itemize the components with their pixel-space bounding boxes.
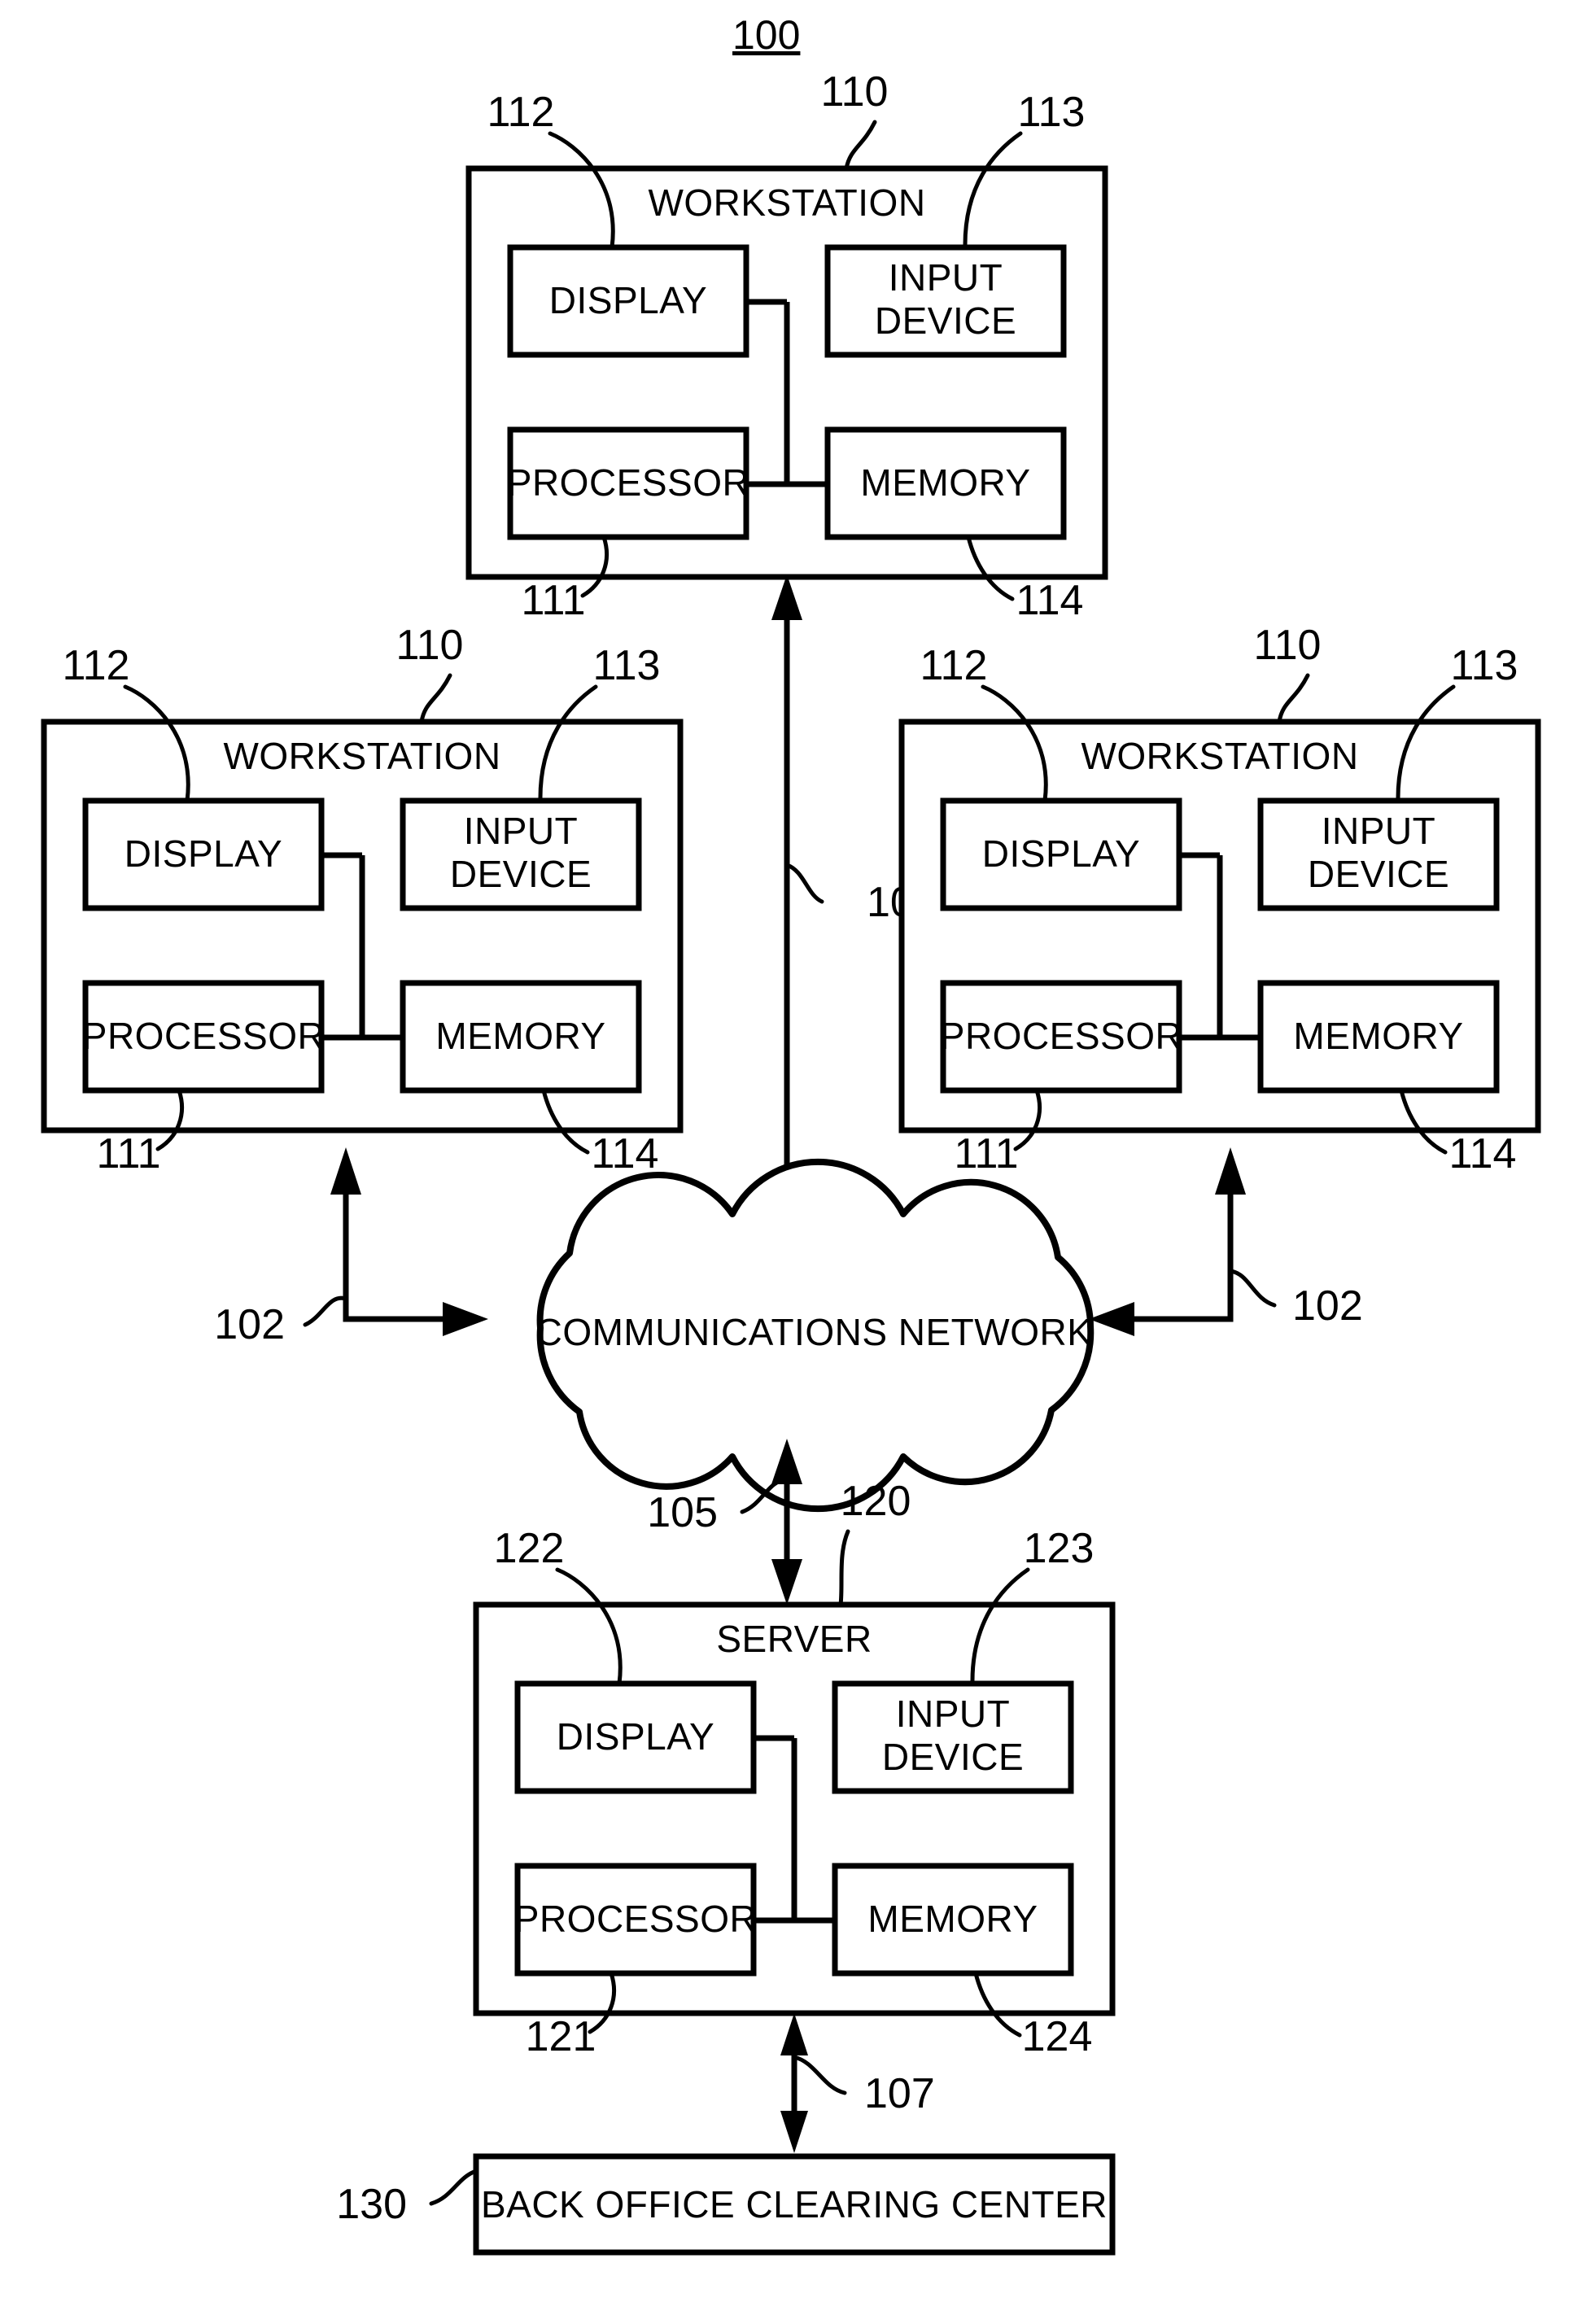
ref-120: 120 bbox=[841, 1478, 911, 1525]
server-input-label-1: INPUT bbox=[896, 1693, 1011, 1735]
server-processor-label: PROCESSOR bbox=[514, 1898, 757, 1940]
workstation-top-input-label-1: INPUT bbox=[889, 256, 1003, 299]
link-right-line bbox=[1123, 1174, 1234, 1322]
leader-130 bbox=[429, 2169, 478, 2206]
workstation-right-memory-label: MEMORY bbox=[1293, 1015, 1463, 1057]
server-display-label: DISPLAY bbox=[557, 1715, 714, 1758]
ref-107: 107 bbox=[864, 2070, 935, 2117]
link-left-arrowhead-up bbox=[330, 1147, 361, 1195]
ref-111-right: 111 bbox=[954, 1130, 1018, 1177]
server-title: SERVER bbox=[716, 1618, 872, 1660]
workstation-left-processor-label: PROCESSOR bbox=[82, 1015, 325, 1057]
ref-123: 123 bbox=[1024, 1525, 1095, 1572]
leader-top-110 bbox=[844, 120, 877, 171]
ref-102-left: 102 bbox=[214, 1301, 285, 1348]
link-backoffice-arrowhead-up bbox=[780, 2013, 808, 2055]
link-right-to-network: 102 bbox=[1089, 1147, 1363, 1336]
ref-110-right: 110 bbox=[1254, 622, 1322, 669]
workstation-right-input-label-1: INPUT bbox=[1322, 810, 1436, 852]
leader-right-110 bbox=[1277, 673, 1310, 724]
link-left-line bbox=[343, 1174, 456, 1322]
leader-left-110 bbox=[419, 673, 452, 724]
workstation-top-display-label: DISPLAY bbox=[549, 279, 707, 321]
ref-113-right: 113 bbox=[1451, 642, 1518, 689]
ref-111-top: 111 bbox=[521, 577, 585, 624]
workstation-top: WORKSTATION DISPLAY INPUT DEVICE PROCESS… bbox=[465, 68, 1108, 624]
figure-canvas: 100 WORKSTATION DISPLAY INPUT DEVICE PRO… bbox=[41, 12, 1541, 2256]
communications-network-cloud: COMMUNICATIONS NETWORK bbox=[535, 1158, 1095, 1513]
leader-102-right bbox=[1228, 1269, 1277, 1308]
back-office-label: BACK OFFICE CLEARING CENTER bbox=[481, 2183, 1108, 2226]
workstation-left-display-label: DISPLAY bbox=[125, 832, 282, 875]
ref-110-left: 110 bbox=[396, 622, 464, 669]
workstation-right: WORKSTATION DISPLAY INPUT DEVICE PROCESS… bbox=[898, 622, 1541, 1177]
workstation-right-title: WORKSTATION bbox=[1081, 735, 1358, 777]
server-memory-label: MEMORY bbox=[867, 1898, 1038, 1940]
ref-105: 105 bbox=[647, 1489, 718, 1536]
workstation-top-title: WORKSTATION bbox=[648, 181, 925, 224]
workstation-top-processor-label: PROCESSOR bbox=[507, 461, 749, 504]
patent-figure-page: 100 WORKSTATION DISPLAY INPUT DEVICE PRO… bbox=[0, 0, 1573, 2324]
figure-number: 100 bbox=[732, 12, 800, 58]
workstation-top-input-label-2: DEVICE bbox=[875, 299, 1016, 342]
ref-114-top: 114 bbox=[1016, 577, 1084, 624]
ref-122: 122 bbox=[494, 1525, 565, 1572]
leader-107 bbox=[792, 2055, 847, 2095]
ref-111-left: 111 bbox=[96, 1130, 160, 1177]
workstation-left-input-label-2: DEVICE bbox=[450, 853, 592, 895]
ref-113-top: 113 bbox=[1018, 89, 1086, 136]
workstation-left-input-label-1: INPUT bbox=[464, 810, 579, 852]
server-input-label-2: DEVICE bbox=[882, 1736, 1024, 1778]
leader-120 bbox=[838, 1529, 850, 1607]
ref-114-left: 114 bbox=[592, 1130, 659, 1177]
ref-112-right: 112 bbox=[920, 642, 988, 689]
workstation-left: WORKSTATION DISPLAY INPUT DEVICE PROCESS… bbox=[41, 622, 684, 1177]
link-server-arrowhead-down bbox=[771, 1559, 802, 1605]
workstation-right-display-label: DISPLAY bbox=[982, 832, 1140, 875]
link-server-to-back-office: 107 bbox=[780, 2013, 935, 2153]
leader-102-left bbox=[303, 1295, 348, 1327]
link-right-arrowhead-left bbox=[1089, 1302, 1134, 1336]
link-left-to-network: 102 bbox=[214, 1147, 488, 1348]
back-office-clearing-center: BACK OFFICE CLEARING CENTER 130 bbox=[336, 2153, 1116, 2256]
ref-102-right: 102 bbox=[1292, 1282, 1363, 1330]
leader-102-top bbox=[784, 863, 824, 904]
ref-112-left: 112 bbox=[63, 642, 130, 689]
workstation-left-title: WORKSTATION bbox=[223, 735, 500, 777]
ref-113-left: 113 bbox=[593, 642, 661, 689]
link-top-arrowhead-up bbox=[771, 574, 802, 620]
network-label: COMMUNICATIONS NETWORK bbox=[535, 1311, 1093, 1353]
workstation-right-processor-label: PROCESSOR bbox=[940, 1015, 1182, 1057]
ref-121: 121 bbox=[526, 2013, 596, 2060]
ref-110-top: 110 bbox=[821, 68, 889, 116]
link-right-arrowhead-up bbox=[1215, 1147, 1246, 1195]
ref-112-top: 112 bbox=[487, 89, 555, 136]
workstation-top-memory-label: MEMORY bbox=[860, 461, 1030, 504]
ref-124: 124 bbox=[1022, 2013, 1093, 2060]
ref-114-right: 114 bbox=[1449, 1130, 1517, 1177]
ref-130: 130 bbox=[336, 2181, 407, 2228]
link-left-arrowhead-right bbox=[443, 1302, 488, 1336]
link-backoffice-arrowhead-down bbox=[780, 2111, 808, 2153]
workstation-right-input-label-2: DEVICE bbox=[1308, 853, 1449, 895]
server-node: SERVER DISPLAY INPUT DEVICE PROCESSOR ME… bbox=[473, 1525, 1116, 2060]
workstation-left-memory-label: MEMORY bbox=[435, 1015, 605, 1057]
